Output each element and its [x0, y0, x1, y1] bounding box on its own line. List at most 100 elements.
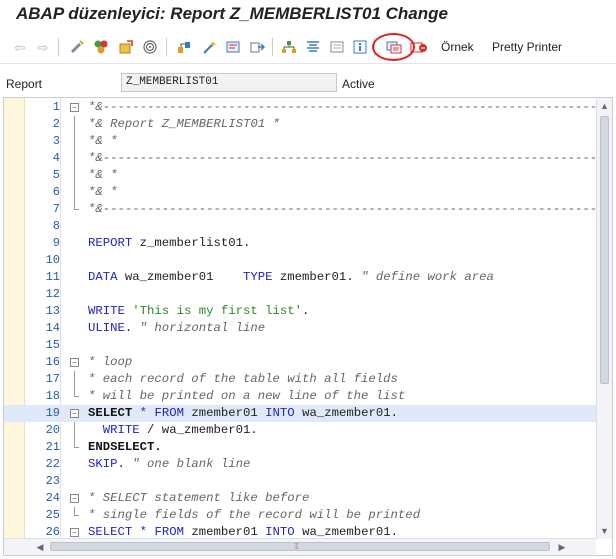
toolbar-separator	[166, 38, 167, 56]
horizontal-scroll-thumb[interactable]	[50, 542, 550, 551]
code-text: SKIP. " one blank line	[88, 457, 251, 471]
line-number: 17	[45, 372, 60, 386]
fold-minus-icon[interactable]: −	[70, 494, 79, 503]
code-line[interactable]: 3 *& *	[4, 133, 596, 150]
code-text: * SELECT statement like before	[88, 491, 310, 505]
horizontal-scrollbar[interactable]: ◀ ⁞⁞⁞ ▶	[4, 538, 596, 555]
other-object-icon[interactable]	[91, 37, 111, 57]
code-line[interactable]: 7 *&------------------------------------…	[4, 201, 612, 218]
where-used-icon[interactable]	[174, 37, 194, 57]
line-number: 15	[45, 338, 60, 352]
fold-guide	[74, 116, 75, 133]
code-line[interactable]: 6 *& *	[4, 184, 596, 201]
vertical-scrollbar[interactable]: ▲ ▼	[596, 98, 612, 539]
line-number: 7	[52, 202, 60, 216]
fold-guide	[74, 184, 75, 201]
pattern-icon[interactable]	[279, 37, 299, 57]
fold-minus-icon[interactable]: −	[70, 409, 79, 418]
find-icon[interactable]	[327, 37, 347, 57]
activate-icon[interactable]	[116, 37, 136, 57]
code-line[interactable]: 15	[4, 337, 596, 354]
code-line[interactable]: 1 − *&----------------------------------…	[4, 99, 612, 116]
line-number: 12	[45, 287, 60, 301]
code-text: WRITE 'This is my first list'.	[88, 304, 310, 318]
code-text: *& *	[88, 168, 118, 182]
pretty-printer-tree-icon[interactable]	[303, 37, 323, 57]
fold-guide	[74, 133, 75, 150]
fold-minus-icon[interactable]: −	[70, 528, 79, 537]
code-text: * each record of the table with all fiel…	[88, 372, 398, 386]
code-area[interactable]: 1 − *&----------------------------------…	[4, 99, 612, 541]
code-line[interactable]: 18 * will be printed on a new line of th…	[4, 388, 596, 405]
forward-arrow-icon[interactable]: ⇨	[33, 37, 53, 57]
scroll-down-icon[interactable]: ▼	[597, 523, 612, 539]
line-number: 23	[45, 474, 60, 488]
vertical-scroll-thumb[interactable]	[600, 116, 609, 384]
line-number: 2	[52, 117, 60, 131]
toolbar-separator	[58, 38, 59, 56]
scroll-up-icon[interactable]: ▲	[597, 98, 612, 114]
title-bar: ABAP düzenleyici: Report Z_MEMBERLIST01 …	[0, 0, 616, 30]
code-text: ULINE. " horizontal line	[88, 321, 266, 335]
code-line[interactable]: 23	[4, 473, 596, 490]
scroll-left-icon[interactable]: ◀	[32, 539, 48, 555]
line-number: 21	[45, 440, 60, 454]
code-text: *& *	[88, 134, 118, 148]
fold-guide-end	[74, 209, 79, 210]
code-line[interactable]: 4 *&------------------------------------…	[4, 150, 612, 167]
wizard-icon[interactable]	[199, 37, 219, 57]
code-line[interactable]: 12	[4, 286, 596, 303]
code-text: *& *	[88, 185, 118, 199]
line-number: 5	[52, 168, 60, 182]
display-change-toggle-icon[interactable]	[67, 37, 87, 57]
code-line[interactable]: 5 *& *	[4, 167, 596, 184]
code-line[interactable]: 9 REPORT z_memberlist01.	[4, 235, 596, 252]
line-number: 24	[45, 491, 60, 505]
code-line[interactable]: 13 WRITE 'This is my first list'.	[4, 303, 596, 320]
code-line[interactable]: 11 DATA wa_zmember01 TYPE zmember01. " d…	[4, 269, 596, 286]
toolbar-separator	[272, 38, 273, 56]
fold-guide	[74, 167, 75, 184]
code-line[interactable]: 20 WRITE / wa_zmember01.	[4, 422, 596, 439]
abap-code-editor[interactable]: 1 − *&----------------------------------…	[3, 97, 613, 556]
object-list-icon[interactable]	[140, 37, 160, 57]
code-line[interactable]: 24 − * SELECT statement like before	[4, 490, 596, 507]
code-line[interactable]: 22 SKIP. " one blank line	[4, 456, 596, 473]
code-text: REPORT z_memberlist01.	[88, 236, 251, 250]
line-number: 4	[52, 151, 60, 165]
code-text: ENDSELECT.	[88, 440, 162, 454]
fold-guide-end	[74, 396, 79, 397]
line-number: 9	[52, 236, 60, 250]
code-text: *& Report Z_MEMBERLIST01 *	[88, 117, 280, 131]
pretty-printer-button[interactable]: Pretty Printer	[492, 40, 562, 54]
enhancement-icon[interactable]	[223, 37, 243, 57]
code-text: WRITE / wa_zmember01.	[102, 423, 258, 437]
info-icon[interactable]	[350, 37, 370, 57]
fold-minus-icon[interactable]: −	[70, 358, 79, 367]
code-line[interactable]: 16 − * loop	[4, 354, 596, 371]
line-number: 25	[45, 508, 60, 522]
code-line[interactable]: 14 ULINE. " horizontal line	[4, 320, 596, 337]
code-line[interactable]: 10	[4, 252, 596, 269]
object-info-bar: Report Z_MEMBERLIST01 Active	[0, 70, 616, 96]
code-text: * loop	[88, 355, 133, 369]
example-button[interactable]: Örnek	[441, 40, 474, 54]
code-line[interactable]: 25 * single fields of the record will be…	[4, 507, 596, 524]
fold-guide-end	[74, 447, 79, 448]
code-line[interactable]: 8	[4, 218, 596, 235]
code-line-current[interactable]: 19 − SELECT * FROM zmember01 INTO wa_zme…	[4, 405, 596, 422]
report-name-field: Z_MEMBERLIST01	[121, 73, 337, 92]
code-line[interactable]: 21 ENDSELECT.	[4, 439, 596, 456]
fold-minus-icon[interactable]: −	[70, 103, 79, 112]
code-text: *&--------------------------------------…	[88, 151, 613, 165]
highlight-annotation-circle	[372, 33, 415, 61]
navigation-icon[interactable]	[247, 37, 267, 57]
code-line[interactable]: 2 *& Report Z_MEMBERLIST01 *	[4, 116, 596, 133]
scroll-right-icon[interactable]: ▶	[554, 539, 570, 555]
line-number: 22	[45, 457, 60, 471]
code-text: * will be printed on a new line of the l…	[88, 389, 406, 403]
back-arrow-icon[interactable]: ⇦	[10, 37, 30, 57]
scroll-grip-icon: ⁞⁞⁞	[294, 542, 299, 551]
code-line[interactable]: 17 * each record of the table with all f…	[4, 371, 596, 388]
line-number: 10	[45, 253, 60, 267]
